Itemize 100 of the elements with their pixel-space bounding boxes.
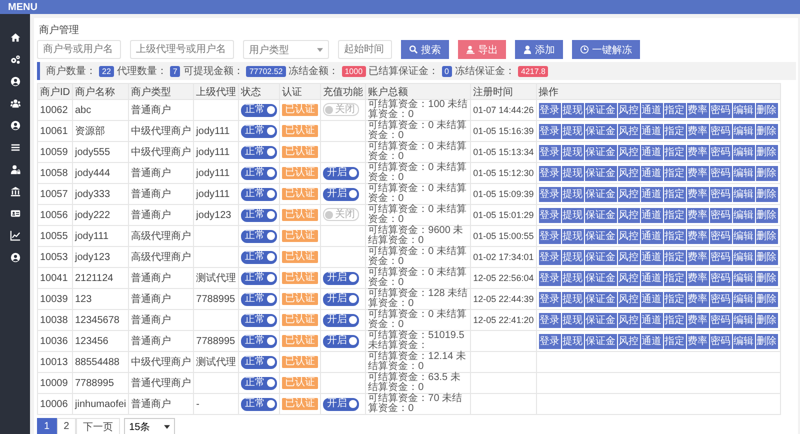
action-button[interactable]: 删除 bbox=[756, 250, 778, 264]
action-button[interactable]: 通道 bbox=[640, 102, 663, 118]
action-button[interactable]: 通道 bbox=[640, 228, 663, 244]
user-circle-icon[interactable] bbox=[10, 120, 20, 131]
action-button[interactable]: 编辑 bbox=[732, 334, 755, 348]
action-button[interactable]: 密码 bbox=[710, 292, 732, 306]
home-icon[interactable] bbox=[10, 32, 20, 43]
action-button[interactable]: 指定 bbox=[664, 208, 686, 222]
action-button[interactable]: 提现 bbox=[562, 270, 584, 286]
action-button[interactable]: 密码 bbox=[710, 166, 732, 180]
action-button[interactable]: 登录 bbox=[538, 250, 561, 264]
action-button[interactable]: 保证金 bbox=[584, 250, 617, 264]
status-toggle[interactable]: 正常 bbox=[241, 104, 278, 116]
action-button[interactable]: 风控 bbox=[618, 250, 640, 264]
action-button[interactable]: 编辑 bbox=[732, 228, 755, 244]
action-button[interactable]: 删除 bbox=[756, 144, 778, 160]
action-button[interactable]: 费率 bbox=[686, 270, 709, 286]
action-button[interactable]: 通道 bbox=[640, 144, 663, 160]
chart-icon[interactable] bbox=[10, 230, 20, 241]
action-button[interactable]: 删除 bbox=[756, 102, 778, 118]
action-button[interactable]: 通道 bbox=[640, 124, 663, 138]
action-button[interactable]: 保证金 bbox=[584, 102, 617, 118]
recharge-toggle[interactable]: 开启 bbox=[323, 314, 360, 326]
action-button[interactable]: 登录 bbox=[538, 102, 561, 118]
action-button[interactable]: 登录 bbox=[538, 144, 561, 160]
action-button[interactable]: 保证金 bbox=[584, 292, 617, 306]
action-button[interactable]: 编辑 bbox=[732, 208, 755, 222]
action-button[interactable]: 费率 bbox=[686, 166, 709, 180]
action-button[interactable]: 提现 bbox=[562, 334, 584, 348]
action-button[interactable]: 删除 bbox=[756, 270, 778, 286]
recharge-toggle[interactable]: 开启 bbox=[323, 334, 360, 348]
action-button[interactable]: 保证金 bbox=[584, 124, 617, 138]
action-button[interactable]: 删除 bbox=[756, 292, 778, 306]
action-button[interactable]: 指定 bbox=[664, 102, 686, 118]
status-toggle[interactable]: 正常 bbox=[241, 166, 278, 180]
action-button[interactable]: 密码 bbox=[710, 270, 732, 286]
action-button[interactable]: 保证金 bbox=[584, 144, 617, 160]
action-button[interactable]: 费率 bbox=[686, 334, 709, 348]
action-button[interactable]: 编辑 bbox=[732, 186, 755, 202]
action-button[interactable]: 通道 bbox=[640, 270, 663, 286]
action-button[interactable]: 登录 bbox=[538, 270, 561, 286]
action-button[interactable]: 通道 bbox=[640, 250, 663, 264]
action-button[interactable]: 提现 bbox=[562, 124, 584, 138]
unfreeze-button[interactable]: 一键解冻 bbox=[572, 40, 640, 59]
action-button[interactable]: 删除 bbox=[756, 334, 778, 348]
action-button[interactable]: 密码 bbox=[710, 250, 732, 264]
action-button[interactable]: 登录 bbox=[538, 334, 561, 348]
action-button[interactable]: 提现 bbox=[562, 250, 584, 264]
user-lock-icon[interactable] bbox=[10, 164, 20, 175]
action-button[interactable]: 指定 bbox=[664, 270, 686, 286]
action-button[interactable]: 通道 bbox=[640, 186, 663, 202]
action-button[interactable]: 风控 bbox=[618, 292, 640, 306]
add-button[interactable]: 添加 bbox=[515, 40, 563, 59]
recharge-toggle[interactable]: 开启 bbox=[323, 188, 360, 200]
action-button[interactable]: 保证金 bbox=[584, 270, 617, 286]
action-button[interactable]: 删除 bbox=[756, 166, 778, 180]
input-field[interactable]: 起始时间 bbox=[338, 40, 392, 59]
input-field[interactable]: 商户号或用户名 bbox=[37, 40, 121, 59]
action-button[interactable]: 风控 bbox=[618, 186, 640, 202]
action-button[interactable]: 登录 bbox=[538, 228, 561, 244]
action-button[interactable]: 费率 bbox=[686, 312, 709, 328]
action-button[interactable]: 编辑 bbox=[732, 250, 755, 264]
action-button[interactable]: 指定 bbox=[664, 166, 686, 180]
action-button[interactable]: 保证金 bbox=[584, 166, 617, 180]
action-button[interactable]: 通道 bbox=[640, 334, 663, 348]
action-button[interactable]: 保证金 bbox=[584, 228, 617, 244]
action-button[interactable]: 删除 bbox=[756, 124, 778, 138]
page-size-select[interactable]: 15条 bbox=[124, 418, 176, 434]
status-toggle[interactable]: 正常 bbox=[241, 334, 278, 348]
action-button[interactable]: 提现 bbox=[562, 312, 584, 328]
action-button[interactable]: 密码 bbox=[710, 144, 732, 160]
action-button[interactable]: 密码 bbox=[710, 186, 732, 202]
menu-icon[interactable] bbox=[10, 142, 20, 153]
recharge-toggle[interactable]: 关闭 bbox=[323, 103, 360, 116]
action-button[interactable]: 密码 bbox=[710, 208, 732, 222]
status-toggle[interactable]: 正常 bbox=[241, 124, 278, 138]
action-button[interactable]: 保证金 bbox=[584, 186, 617, 202]
action-button[interactable]: 通道 bbox=[640, 312, 663, 328]
export-button[interactable]: 导出 bbox=[458, 40, 506, 59]
id-card-icon[interactable] bbox=[10, 208, 20, 219]
action-button[interactable]: 费率 bbox=[686, 208, 709, 222]
action-button[interactable]: 指定 bbox=[664, 250, 686, 264]
action-button[interactable]: 风控 bbox=[618, 334, 640, 348]
action-button[interactable]: 删除 bbox=[756, 228, 778, 244]
action-button[interactable]: 通道 bbox=[640, 166, 663, 180]
action-button[interactable]: 指定 bbox=[664, 228, 686, 244]
status-toggle[interactable]: 正常 bbox=[241, 376, 278, 390]
action-button[interactable]: 通道 bbox=[640, 292, 663, 306]
action-button[interactable]: 风控 bbox=[618, 208, 640, 222]
status-toggle[interactable]: 正常 bbox=[241, 208, 278, 222]
action-button[interactable]: 风控 bbox=[618, 166, 640, 180]
action-button[interactable]: 费率 bbox=[686, 228, 709, 244]
gears-icon[interactable] bbox=[10, 54, 20, 65]
action-button[interactable]: 编辑 bbox=[732, 166, 755, 180]
action-button[interactable]: 费率 bbox=[686, 124, 709, 138]
action-button[interactable]: 编辑 bbox=[732, 312, 755, 328]
action-button[interactable]: 指定 bbox=[664, 334, 686, 348]
users-icon[interactable] bbox=[10, 98, 20, 109]
action-button[interactable]: 密码 bbox=[710, 228, 732, 244]
action-button[interactable]: 提现 bbox=[562, 102, 584, 118]
